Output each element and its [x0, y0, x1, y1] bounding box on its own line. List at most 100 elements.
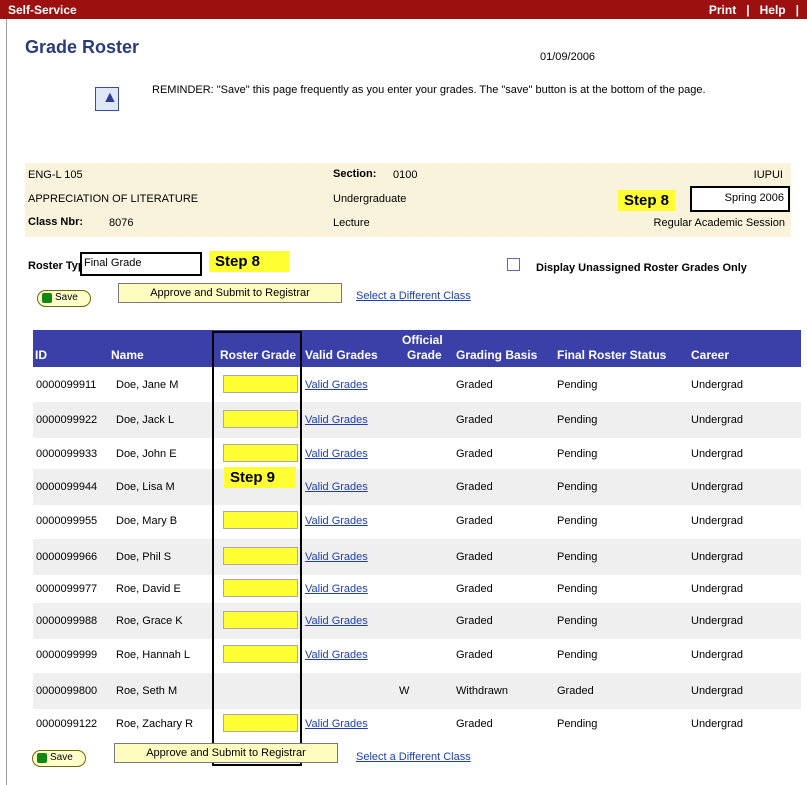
term-value: Spring 2006	[724, 192, 784, 204]
career: Undergrad	[691, 515, 743, 527]
student-id: 0000099933	[36, 448, 98, 460]
unassigned-label: Display Unassigned Roster Grades Only	[536, 262, 747, 274]
col-career: Career	[691, 348, 730, 362]
table-row: 0000099800 Roe, Seth M W Withdrawn Graded Und…	[33, 673, 801, 709]
col-grading-basis: Grading Basis	[456, 348, 538, 362]
valid-grades-link[interactable]: Valid Grades	[305, 615, 368, 627]
table-row: 0000099977 Roe, David E Valid Grades Graded…	[33, 571, 801, 607]
valid-grades-link[interactable]: Valid Grades	[305, 583, 368, 595]
step8-term-tag: Step 8	[618, 190, 676, 211]
official-grade: W	[399, 685, 410, 697]
table-row: 0000099944 Doe, Lisa M Valid Grades Graded P…	[33, 469, 801, 505]
final-status: Pending	[557, 379, 598, 391]
final-status: Pending	[557, 448, 598, 460]
valid-grades-link[interactable]: Valid Grades	[305, 481, 368, 493]
save-button-bottom[interactable]: Save	[32, 750, 86, 767]
grading-basis: Graded	[456, 481, 493, 493]
step9-tag: Step 9	[224, 467, 296, 488]
final-status: Pending	[557, 551, 598, 563]
section-value: 0100	[393, 169, 418, 181]
component: Lecture	[333, 217, 370, 229]
student-name: Doe, Lisa M	[116, 481, 175, 493]
valid-grades-link[interactable]: Valid Grades	[305, 379, 368, 391]
select-class-link-bottom[interactable]: Select a Different Class	[356, 751, 471, 763]
top-bar: Self-Service Print | Help |	[0, 0, 807, 19]
table-row: 0000099922 Doe, Jack L Valid Grades Graded P…	[33, 402, 801, 438]
table-row: 0000099966 Doe, Phil S Valid Grades Graded P…	[33, 539, 801, 575]
final-status: Pending	[557, 615, 598, 627]
student-name: Doe, Jack L	[116, 414, 175, 426]
valid-grades-link[interactable]: Valid Grades	[305, 448, 368, 460]
save-label: Save	[50, 752, 73, 763]
valid-grades-link[interactable]: Valid Grades	[305, 649, 368, 661]
course-title: APPRECIATION OF LITERATURE	[28, 193, 199, 205]
student-id: 0000099999	[36, 649, 98, 661]
career: Undergrad	[691, 649, 743, 661]
student-name: Roe, Hannah L	[116, 649, 190, 661]
student-name: Roe, David E	[116, 583, 181, 595]
table-row: 0000099933 Doe, John E Valid Grades Graded P…	[33, 436, 801, 472]
col-valid-grades: Valid Grades	[305, 348, 378, 362]
valid-grades-link[interactable]: Valid Grades	[305, 515, 368, 527]
unassigned-checkbox[interactable]	[507, 258, 520, 271]
course-code: ENG-L 105	[28, 169, 83, 181]
approve-submit-button-bottom[interactable]: Approve and Submit to Registrar	[114, 743, 338, 763]
grading-basis: Graded	[456, 649, 493, 661]
valid-grades-link[interactable]: Valid Grades	[305, 414, 368, 426]
info-icon: ▲	[95, 87, 119, 111]
grading-basis: Graded	[456, 414, 493, 426]
section-label: Section:	[333, 168, 377, 180]
grading-basis: Withdrawn	[456, 685, 508, 697]
grading-basis: Graded	[456, 448, 493, 460]
valid-grades-link[interactable]: Valid Grades	[305, 551, 368, 563]
student-name: Doe, John E	[116, 448, 177, 460]
student-id: 0000099966	[36, 551, 98, 563]
student-name: Roe, Zachary R	[116, 718, 194, 730]
career: Undergrad	[691, 414, 743, 426]
grading-basis: Graded	[456, 583, 493, 595]
print-link[interactable]: Print	[709, 3, 736, 17]
save-button-top[interactable]: Save	[37, 290, 91, 307]
career: Undergrad	[691, 615, 743, 627]
career: Undergrad	[691, 583, 743, 595]
col-official-2: Grade	[407, 348, 442, 362]
career: Undergrad	[691, 718, 743, 730]
final-status: Pending	[557, 649, 598, 661]
student-id: 0000099988	[36, 615, 98, 627]
class-info-panel: ENG-L 105 Section: 0100 IUPUI APPRECIATI…	[25, 163, 791, 237]
table-row: 0000099911 Doe, Jane M Valid Grades Graded P…	[33, 367, 801, 403]
student-id: 0000099800	[36, 685, 98, 697]
class-nbr-value: 8076	[109, 217, 134, 229]
approve-submit-button-top[interactable]: Approve and Submit to Registrar	[118, 283, 342, 303]
help-link[interactable]: Help	[760, 3, 786, 17]
student-name: Doe, Jane M	[116, 379, 179, 391]
app-name: Self-Service	[8, 3, 77, 17]
table-row: 0000099988 Roe, Grace K Valid Grades Graded…	[33, 603, 801, 639]
student-id: 0000099911	[36, 379, 97, 391]
top-links: Print | Help |	[709, 3, 799, 17]
student-name: Doe, Mary B	[116, 515, 178, 527]
student-name: Roe, Grace K	[116, 615, 183, 627]
roster-type-select[interactable]: Final Grade	[80, 252, 202, 276]
valid-grades-link[interactable]: Valid Grades	[305, 718, 368, 730]
table-row: 0000099122 Roe, Zachary R Valid Grades Grad…	[33, 706, 801, 742]
career: Undergrad	[691, 551, 743, 563]
left-border	[6, 19, 7, 785]
student-id: 0000099944	[36, 481, 98, 493]
select-class-link-top[interactable]: Select a Different Class	[356, 290, 471, 302]
career: Undergrad	[691, 379, 743, 391]
reminder-text: REMINDER: "Save" this page frequently as…	[152, 84, 706, 96]
save-disk-icon	[42, 293, 52, 303]
final-status: Pending	[557, 515, 598, 527]
roster-grade-highlight	[212, 331, 302, 766]
career: Undergrad	[691, 481, 743, 493]
student-id: 0000099922	[36, 414, 98, 426]
col-official-1: Official	[402, 333, 443, 347]
roster-type-value: Final Grade	[84, 257, 142, 269]
page-title: Grade Roster	[25, 37, 140, 57]
col-name: Name	[111, 348, 144, 362]
col-id: ID	[35, 348, 47, 362]
separator: |	[795, 3, 799, 17]
grading-basis: Graded	[456, 515, 493, 527]
col-final-status: Final Roster Status	[557, 348, 667, 362]
